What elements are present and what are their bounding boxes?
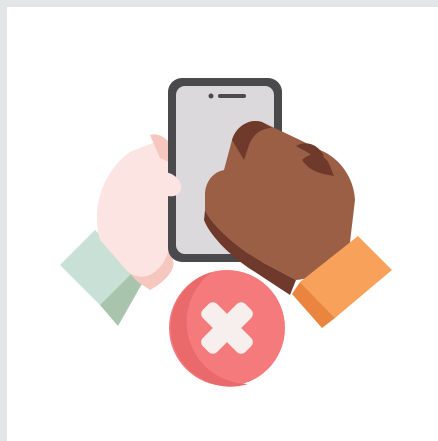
x-circle-icon — [169, 270, 285, 387]
phone-camera — [208, 93, 214, 99]
no-phone-sharing-icon — [60, 78, 392, 387]
phone-speaker — [218, 94, 246, 98]
